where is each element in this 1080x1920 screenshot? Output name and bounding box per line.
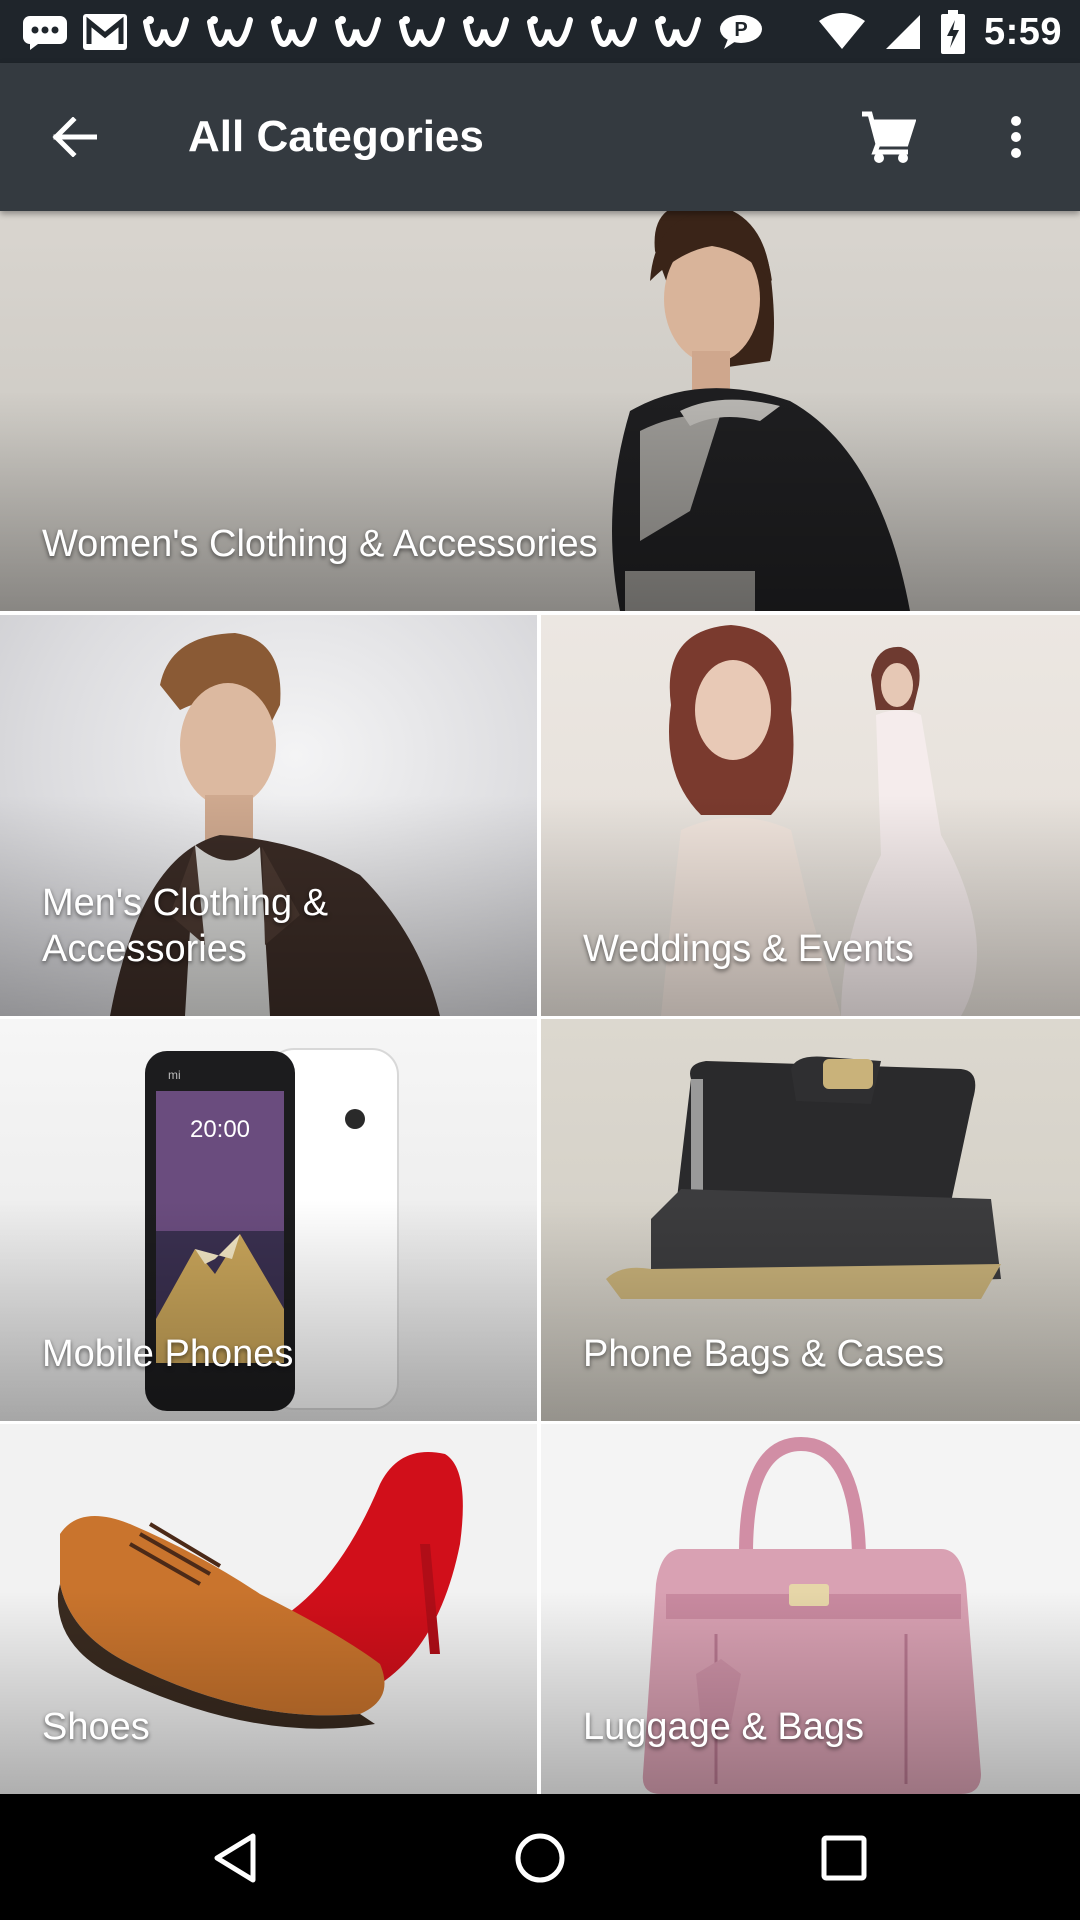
status-bar: P 5:59 <box>0 0 1080 63</box>
gmail-icon <box>83 14 127 50</box>
recents-square-icon <box>821 1835 867 1881</box>
svg-text:P: P <box>734 19 747 41</box>
label-scrim <box>541 795 1080 1016</box>
category-label: Men's Clothing & Accessories <box>42 882 329 970</box>
category-label: Mobile Phones <box>42 1333 294 1375</box>
w-app-icon <box>335 16 381 48</box>
label-scrim <box>541 1199 1080 1421</box>
chat-bubble-icon <box>23 16 67 50</box>
back-button[interactable] <box>40 103 108 171</box>
system-navigation-bar <box>0 1794 1080 1920</box>
w-app-icon <box>463 16 509 48</box>
w-app-icon <box>271 16 317 48</box>
message-icon: P <box>720 15 762 49</box>
w-app-icon <box>591 16 637 48</box>
category-tile-weddings-events[interactable]: Weddings & Events <box>541 615 1080 1016</box>
category-tile-mens-clothing[interactable]: Men's Clothing & Accessories <box>0 615 537 1016</box>
w-app-icon <box>143 16 189 48</box>
nav-home-button[interactable] <box>504 1822 576 1894</box>
category-tile-mobile-phones[interactable]: 20:00 mi Mobile Phones <box>0 1019 537 1421</box>
category-label: Luggage & Bags <box>583 1706 865 1748</box>
w-app-icon <box>399 16 445 48</box>
page-title: All Categories <box>188 112 484 161</box>
back-triangle-icon <box>214 1833 256 1883</box>
label-scrim <box>0 391 1080 611</box>
more-options-button[interactable] <box>988 103 1044 171</box>
phone-screen-time: 20:00 <box>190 1116 250 1143</box>
app-bar: All Categories <box>0 63 1080 211</box>
system-icons: 5:59 <box>818 8 1062 56</box>
category-label: Weddings & Events <box>583 928 914 970</box>
category-tile-phone-bags-cases[interactable]: Phone Bags & Cases <box>541 1019 1080 1421</box>
signal-icon <box>885 15 920 49</box>
label-scrim <box>541 1590 1080 1794</box>
w-app-icon <box>655 16 701 48</box>
label-scrim <box>0 1590 537 1794</box>
arrow-back-icon <box>52 117 97 157</box>
category-label: Phone Bags & Cases <box>583 1333 945 1375</box>
wifi-icon <box>818 13 865 49</box>
nav-back-button[interactable] <box>199 1822 271 1894</box>
status-clock: 5:59 <box>983 10 1062 53</box>
shopping-cart-icon <box>862 111 916 163</box>
label-scrim <box>0 1199 537 1421</box>
category-tile-womens-clothing[interactable]: Women's Clothing & Accessories <box>0 211 1080 611</box>
category-label: Women's Clothing & Accessories <box>42 523 598 565</box>
category-tile-luggage-bags[interactable]: Luggage & Bags <box>541 1424 1080 1794</box>
category-tile-shoes[interactable]: Shoes <box>0 1424 537 1794</box>
notification-icons: P <box>22 10 764 54</box>
w-app-icon <box>527 16 573 48</box>
cart-button[interactable] <box>852 103 924 171</box>
home-circle-icon <box>515 1833 565 1883</box>
nav-recents-button[interactable] <box>808 1822 880 1894</box>
w-app-icon <box>207 16 253 48</box>
category-label: Shoes <box>42 1706 150 1748</box>
phone-brand-logo: mi <box>168 1068 181 1082</box>
more-vert-icon <box>1011 116 1021 158</box>
battery-charging-icon <box>940 10 965 54</box>
